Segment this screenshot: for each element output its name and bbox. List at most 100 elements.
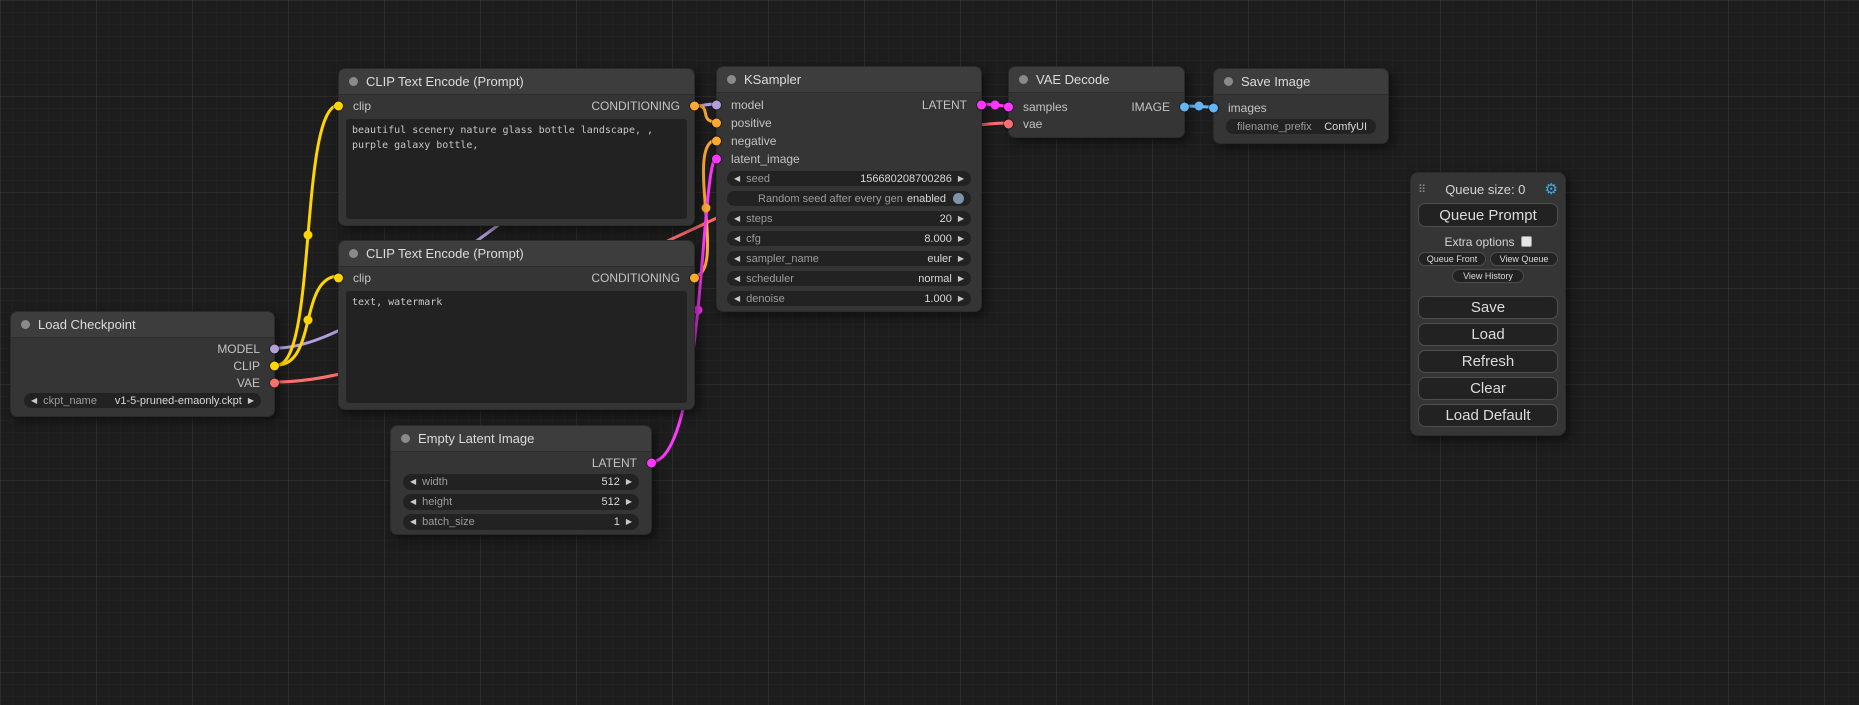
input-slot-positive[interactable] [712, 119, 721, 128]
widget-value: v1-5-pruned-emaonly.ckpt [115, 395, 242, 407]
random-seed-toggle-widget[interactable]: Random seed after every gen enabled [727, 191, 971, 206]
widget-label: scheduler [746, 273, 794, 285]
collapse-dot-icon[interactable] [1019, 75, 1028, 84]
input-label: positive [731, 116, 772, 130]
collapse-dot-icon[interactable] [727, 75, 736, 84]
node-title: VAE Decode [1036, 72, 1109, 87]
queue-prompt-button[interactable]: Queue Prompt [1418, 203, 1558, 227]
node-title-bar[interactable]: Empty Latent Image [391, 426, 651, 452]
input-slot-samples[interactable] [1004, 102, 1013, 111]
input-slot-clip[interactable] [334, 102, 343, 111]
increment-arrow-icon[interactable]: ▶ [626, 478, 632, 486]
width-widget[interactable]: ◀ width 512 ▶ [403, 474, 639, 490]
filename-prefix-widget[interactable]: filename_prefix ComfyUI [1226, 119, 1376, 134]
output-slot-conditioning[interactable] [690, 274, 699, 283]
node-title-bar[interactable]: Save Image [1214, 69, 1388, 95]
output-label: CLIP [233, 359, 260, 373]
node-clip-text-encode-1[interactable]: CLIP Text Encode (Prompt) clip CONDITION… [338, 68, 695, 226]
decrement-arrow-icon[interactable]: ◀ [734, 295, 740, 303]
save-button[interactable]: Save [1418, 296, 1558, 319]
input-slot-vae[interactable] [1004, 119, 1013, 128]
node-ksampler[interactable]: KSampler model LATENT positive negative … [716, 66, 982, 312]
seed-widget[interactable]: ◀ seed 156680208700286 ▶ [727, 171, 971, 186]
node-title-bar[interactable]: CLIP Text Encode (Prompt) [339, 69, 694, 95]
settings-gear-icon[interactable]: ⚙ [1545, 182, 1558, 197]
node-save-image[interactable]: Save Image images filename_prefix ComfyU… [1213, 68, 1389, 144]
decrement-arrow-icon[interactable]: ◀ [734, 255, 740, 263]
increment-arrow-icon[interactable]: ▶ [958, 215, 964, 223]
increment-arrow-icon[interactable]: ▶ [958, 275, 964, 283]
widget-label: batch_size [422, 516, 475, 528]
decrement-arrow-icon[interactable]: ◀ [31, 397, 37, 405]
prompt-textarea[interactable]: text, watermark [346, 291, 687, 403]
denoise-widget[interactable]: ◀ denoise 1.000 ▶ [727, 291, 971, 306]
drag-handle-icon[interactable]: ⠿ [1418, 183, 1426, 196]
output-row-model: MODEL [11, 340, 274, 357]
increment-arrow-icon[interactable]: ▶ [958, 235, 964, 243]
collapse-dot-icon[interactable] [349, 77, 358, 86]
cfg-widget[interactable]: ◀ cfg 8.000 ▶ [727, 231, 971, 246]
node-load-checkpoint[interactable]: Load Checkpoint MODEL CLIP VAE ◀ ckpt_na… [10, 311, 275, 417]
link-midpoint-dot [991, 101, 1000, 110]
collapse-dot-icon[interactable] [401, 434, 410, 443]
collapse-dot-icon[interactable] [21, 320, 30, 329]
node-title-bar[interactable]: Load Checkpoint [11, 312, 274, 338]
toggle-knob[interactable] [953, 193, 964, 204]
height-widget[interactable]: ◀ height 512 ▶ [403, 494, 639, 510]
load-button[interactable]: Load [1418, 323, 1558, 346]
queue-panel[interactable]: ⠿ Queue size: 0 ⚙ Queue Prompt Extra opt… [1410, 172, 1566, 436]
load-default-button[interactable]: Load Default [1418, 404, 1558, 427]
output-slot-image[interactable] [1180, 102, 1189, 111]
input-slot-images[interactable] [1209, 104, 1218, 113]
steps-widget[interactable]: ◀ steps 20 ▶ [727, 211, 971, 226]
node-title-bar[interactable]: CLIP Text Encode (Prompt) [339, 241, 694, 267]
input-slot-model[interactable] [712, 101, 721, 110]
batch-size-widget[interactable]: ◀ batch_size 1 ▶ [403, 514, 639, 530]
output-slot-clip[interactable] [270, 361, 279, 370]
node-title: KSampler [744, 72, 801, 87]
decrement-arrow-icon[interactable]: ◀ [410, 478, 416, 486]
prompt-textarea[interactable]: beautiful scenery nature glass bottle la… [346, 119, 687, 219]
node-empty-latent-image[interactable]: Empty Latent Image LATENT ◀ width 512 ▶ … [390, 425, 652, 535]
output-slot-latent[interactable] [647, 459, 656, 468]
increment-arrow-icon[interactable]: ▶ [626, 498, 632, 506]
collapse-dot-icon[interactable] [349, 249, 358, 258]
sampler-name-widget[interactable]: ◀ sampler_name euler ▶ [727, 251, 971, 266]
widget-value: ComfyUI [1324, 121, 1367, 133]
increment-arrow-icon[interactable]: ▶ [248, 397, 254, 405]
link-midpoint-dot [702, 204, 711, 213]
output-row-vae: VAE [11, 374, 274, 391]
output-slot-model[interactable] [270, 344, 279, 353]
increment-arrow-icon[interactable]: ▶ [958, 255, 964, 263]
increment-arrow-icon[interactable]: ▶ [626, 518, 632, 526]
input-slot-latent-image[interactable] [712, 155, 721, 164]
decrement-arrow-icon[interactable]: ◀ [734, 275, 740, 283]
node-clip-text-encode-2[interactable]: CLIP Text Encode (Prompt) clip CONDITION… [338, 240, 695, 410]
refresh-button[interactable]: Refresh [1418, 350, 1558, 373]
decrement-arrow-icon[interactable]: ◀ [734, 235, 740, 243]
view-history-button[interactable]: View History [1452, 269, 1524, 283]
extra-options-checkbox[interactable] [1521, 236, 1532, 247]
node-vae-decode[interactable]: VAE Decode samples IMAGE vae [1008, 66, 1185, 138]
clear-button[interactable]: Clear [1418, 377, 1558, 400]
ckpt-name-widget[interactable]: ◀ ckpt_name v1-5-pruned-emaonly.ckpt ▶ [24, 393, 261, 408]
scheduler-widget[interactable]: ◀ scheduler normal ▶ [727, 271, 971, 286]
output-slot-conditioning[interactable] [690, 102, 699, 111]
decrement-arrow-icon[interactable]: ◀ [734, 215, 740, 223]
decrement-arrow-icon[interactable]: ◀ [410, 498, 416, 506]
output-slot-vae[interactable] [270, 378, 279, 387]
decrement-arrow-icon[interactable]: ◀ [734, 175, 740, 183]
decrement-arrow-icon[interactable]: ◀ [410, 518, 416, 526]
node-title-bar[interactable]: VAE Decode [1009, 67, 1184, 93]
collapse-dot-icon[interactable] [1224, 77, 1233, 86]
queue-front-button[interactable]: Queue Front [1418, 252, 1486, 266]
view-queue-button[interactable]: View Queue [1490, 252, 1558, 266]
widget-label: steps [746, 213, 772, 225]
input-slot-clip[interactable] [334, 274, 343, 283]
increment-arrow-icon[interactable]: ▶ [958, 295, 964, 303]
graph-canvas[interactable]: Load Checkpoint MODEL CLIP VAE ◀ ckpt_na… [0, 0, 1859, 705]
input-slot-negative[interactable] [712, 137, 721, 146]
node-title-bar[interactable]: KSampler [717, 67, 981, 93]
output-slot-latent[interactable] [977, 101, 986, 110]
increment-arrow-icon[interactable]: ▶ [958, 175, 964, 183]
